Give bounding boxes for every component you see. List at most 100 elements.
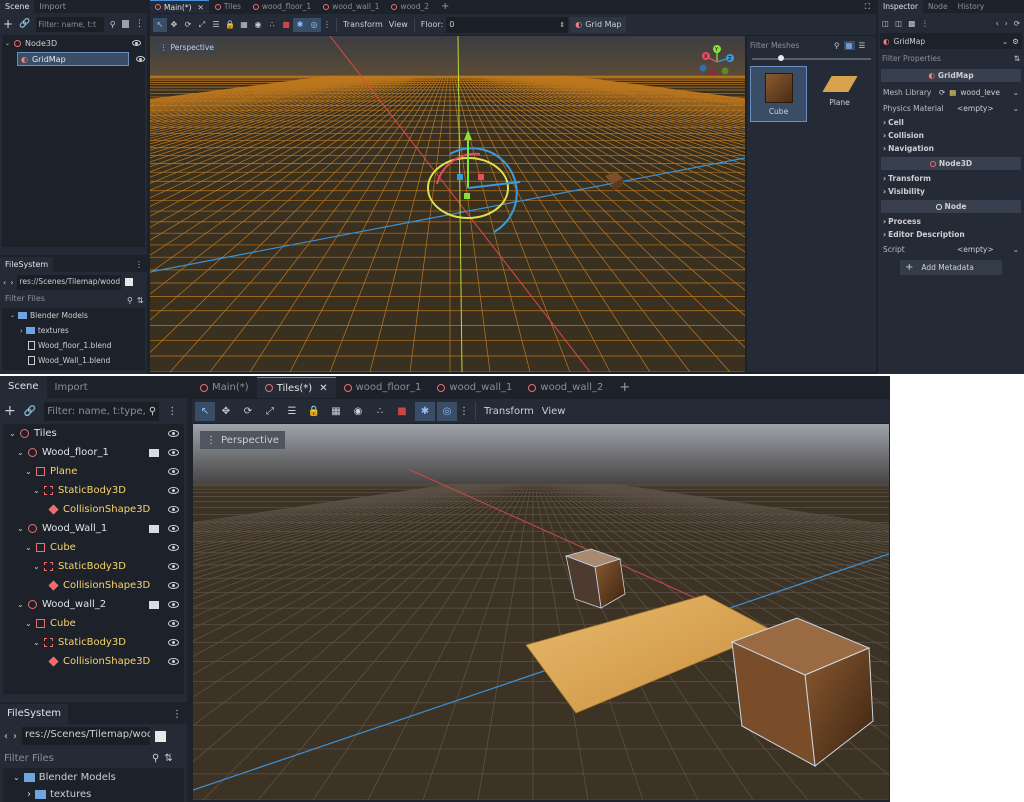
tree-item[interactable]: ⌄ Cube	[3, 538, 184, 557]
tree-item[interactable]: ⌄ Wood_Wall_1	[3, 519, 184, 538]
visibility-eye-icon[interactable]	[168, 658, 179, 665]
section-visibility[interactable]: › Visibility	[878, 185, 1024, 198]
scene-filter-input[interactable]: Filter: name, t:type, ⚲	[44, 401, 160, 421]
list-item[interactable]: ⌄ Blender Models	[2, 308, 145, 323]
menu-dots-icon[interactable]: ⋮	[135, 19, 144, 29]
forward-arrow-icon[interactable]: ›	[13, 731, 17, 742]
tree-item[interactable]: ⌄ StaticBody3D	[3, 557, 184, 576]
chevron-down-icon[interactable]: ⌄	[25, 619, 32, 628]
forward-arrow-icon[interactable]: ›	[10, 278, 13, 287]
close-icon[interactable]: ✕	[198, 3, 204, 12]
tab-wood-wall-1[interactable]: wood_wall_1	[429, 377, 520, 398]
chevron-down-icon[interactable]: ⌄	[10, 312, 15, 319]
visibility-eye-icon[interactable]	[168, 525, 179, 532]
visibility-eye-icon[interactable]	[168, 620, 179, 627]
filesystem-title[interactable]: FileSystem	[0, 704, 69, 724]
add-tab-icon[interactable]: +	[435, 1, 455, 12]
camera-icon[interactable]: ■	[391, 402, 413, 421]
chevron-right-icon[interactable]: ›	[27, 789, 31, 800]
scene-filter-input[interactable]: Filter: name, t:t	[36, 16, 104, 32]
menu-dots-icon[interactable]: ⋮	[921, 19, 929, 28]
tree-item[interactable]: ⌄ Cube	[3, 614, 184, 633]
view-menu[interactable]: View	[386, 20, 411, 29]
environment-toggle-icon[interactable]: ◎	[437, 401, 457, 421]
local-space-icon[interactable]: ◉	[251, 18, 265, 32]
visibility-eye-icon[interactable]	[132, 40, 141, 46]
lock-icon[interactable]: 🔒	[303, 402, 325, 421]
mesh-item-cube[interactable]: Cube	[750, 66, 807, 122]
filesystem-path-input[interactable]: res://Scenes/Tilemap/wood	[17, 274, 122, 290]
zoom-slider[interactable]	[752, 54, 871, 64]
visibility-eye-icon[interactable]	[136, 56, 145, 62]
menu-dots-icon[interactable]: ⋮	[167, 406, 177, 417]
snap-icon[interactable]: ∴	[369, 402, 391, 421]
new-resource-icon[interactable]: ◫	[882, 19, 889, 28]
group-icon[interactable]: ▦	[237, 18, 251, 32]
perspective-button[interactable]: ⋮ Perspective	[156, 41, 218, 54]
filter-properties-input[interactable]: Filter Properties	[882, 54, 1010, 63]
reset-icon[interactable]: ⟳	[939, 88, 945, 97]
rotate-tool-icon[interactable]: ⟳	[181, 18, 195, 32]
visibility-eye-icon[interactable]	[168, 487, 179, 494]
chevron-down-icon[interactable]: ⌄	[5, 40, 10, 47]
link-icon[interactable]: 🔗	[24, 406, 36, 417]
list-view-icon[interactable]: ☰	[859, 41, 866, 50]
select-tool-icon[interactable]: ↖	[195, 401, 215, 421]
filter-files-input[interactable]: Filter Files	[3, 294, 123, 307]
tab-wood-wall-2[interactable]: wood_wall_2	[520, 377, 611, 398]
rotate-tool-icon[interactable]: ⟳	[237, 402, 259, 421]
chevron-down-icon[interactable]: ⌄	[25, 543, 32, 552]
chevron-down-icon[interactable]: ⌄	[25, 467, 32, 476]
open-scene-icon[interactable]	[149, 524, 159, 533]
thumbnail-view-icon[interactable]: ▦	[843, 40, 855, 50]
property-physics-material[interactable]: Physics Material <empty> ⌄	[878, 100, 1024, 116]
list-item[interactable]: Wood_Wall_1.blend	[2, 353, 145, 368]
tab-tiles[interactable]: Tiles	[209, 0, 247, 13]
tree-item[interactable]: CollisionShape3D	[3, 652, 184, 671]
select-tool-icon[interactable]: ↖	[153, 17, 167, 32]
chevron-right-icon[interactable]: ›	[20, 327, 23, 335]
tab-main[interactable]: Main(*) ✕	[150, 0, 209, 13]
tree-item[interactable]: ⌄ Tiles	[3, 424, 184, 443]
chevron-down-icon[interactable]: ⌄	[33, 562, 40, 571]
back-arrow-icon[interactable]: ‹	[3, 278, 6, 287]
tree-item[interactable]: ⌄ Wood_floor_1	[3, 443, 184, 462]
visibility-eye-icon[interactable]	[168, 639, 179, 646]
open-scene-icon[interactable]	[149, 448, 159, 457]
property-script[interactable]: Script <empty> ⌄	[878, 241, 1024, 257]
tab-tiles[interactable]: Tiles(*) ✕	[256, 377, 336, 398]
object-selector[interactable]: ◐ GridMap ⌄ ⚙	[880, 33, 1022, 49]
list-select-icon[interactable]: ☰	[281, 402, 303, 421]
visibility-eye-icon[interactable]	[168, 506, 179, 513]
chevron-down-icon[interactable]: ⌄	[17, 524, 24, 533]
tree-item[interactable]: CollisionShape3D	[3, 500, 184, 519]
add-node-icon[interactable]: +	[4, 403, 16, 419]
property-options-icon[interactable]: ⇅	[1014, 54, 1020, 63]
tree-item-node3d[interactable]: ⌄ Node3D	[2, 35, 145, 51]
tree-item[interactable]: CollisionShape3D	[3, 576, 184, 595]
tree-item[interactable]: ⌄ Wood_wall_2	[3, 595, 184, 614]
tree-item[interactable]: ⌄ StaticBody3D	[3, 481, 184, 500]
tab-history[interactable]: History	[953, 2, 990, 11]
scale-tool-icon[interactable]: ⤢	[259, 402, 281, 421]
sun-toggle-icon[interactable]: ✱	[293, 17, 307, 32]
add-tab-icon[interactable]: +	[611, 380, 638, 395]
chevron-down-icon[interactable]: ⌄	[17, 600, 24, 609]
filter-meshes-input[interactable]: Filter Meshes	[750, 41, 830, 50]
tree-item[interactable]: ⌄ Plane	[3, 462, 184, 481]
chevron-down-icon[interactable]: ⌄	[13, 773, 20, 782]
tree-item-gridmap[interactable]: ◐ GridMap	[2, 51, 145, 67]
snap-icon[interactable]: ∴	[265, 18, 279, 32]
tab-wood-2[interactable]: wood_2	[385, 0, 435, 13]
close-icon[interactable]: ✕	[319, 383, 327, 394]
visibility-eye-icon[interactable]	[168, 468, 179, 475]
history-icon[interactable]: ⟳	[1014, 19, 1020, 28]
sun-toggle-icon[interactable]: ✱	[415, 401, 435, 421]
chevron-down-icon[interactable]: ⌄	[1013, 88, 1019, 97]
filesystem-title[interactable]: FileSystem	[0, 257, 54, 272]
view-menu[interactable]: View	[538, 406, 570, 417]
section-collision[interactable]: › Collision	[878, 129, 1024, 142]
visibility-eye-icon[interactable]	[168, 563, 179, 570]
back-arrow-icon[interactable]: ‹	[996, 19, 999, 28]
tab-node[interactable]: Node	[923, 2, 953, 11]
